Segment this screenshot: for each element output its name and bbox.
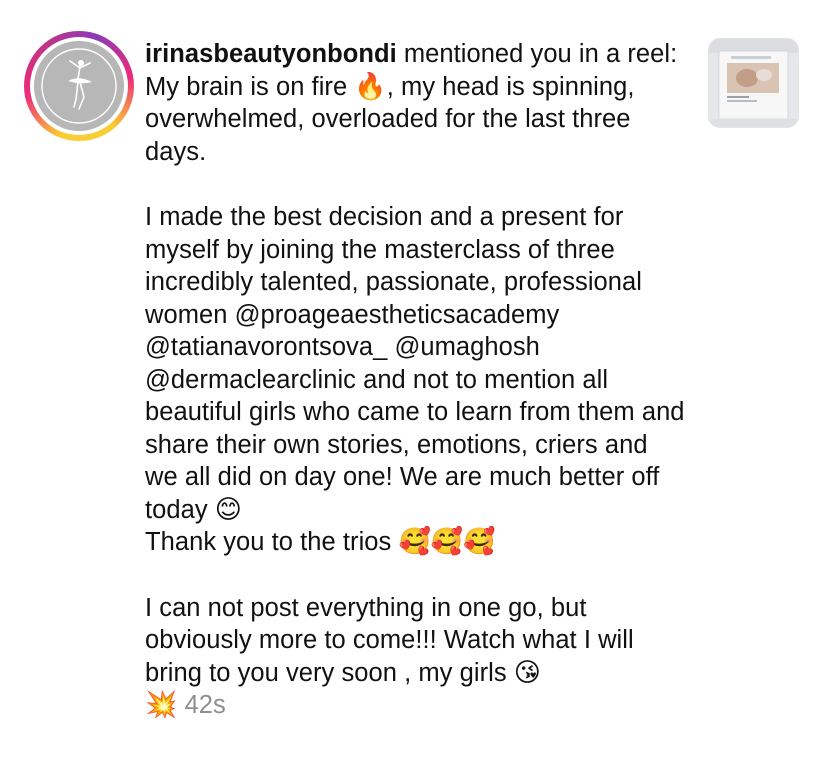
story-ring[interactable] xyxy=(24,31,134,141)
notification-text: irinasbeautyonbondi mentioned you in a r… xyxy=(145,38,685,722)
closing-text: I can not post everything in one go, but… xyxy=(145,593,634,687)
avatar[interactable] xyxy=(34,41,124,131)
paragraph-spacer-2 xyxy=(145,559,685,592)
paragraph-intro: irinasbeautyonbondi mentioned you in a r… xyxy=(145,38,685,168)
timestamp: 42s xyxy=(184,691,226,719)
reel-thumbnail-image xyxy=(709,39,798,127)
hearts-emoji-icon: 🥰🥰🥰 xyxy=(398,527,496,557)
smile-emoji-icon: 😊 xyxy=(214,494,242,525)
boom-emoji-icon: 💥 xyxy=(145,690,178,720)
kiss-emoji-icon: 😘 xyxy=(513,657,541,688)
paragraph-closing: I can not post everything in one go, but… xyxy=(145,592,685,722)
body-text: I made the best decision and a present f… xyxy=(145,203,685,524)
reel-thumbnail[interactable] xyxy=(708,38,799,128)
fire-emoji-icon: 🔥 xyxy=(354,71,387,102)
ballerina-logo-icon xyxy=(34,41,124,131)
paragraph-body: I made the best decision and a present f… xyxy=(145,201,685,559)
thanks-text: Thank you to the trios xyxy=(145,528,399,556)
username-link[interactable]: irinasbeautyonbondi xyxy=(145,40,397,68)
notification-item[interactable]: irinasbeautyonbondi mentioned you in a r… xyxy=(0,0,828,772)
